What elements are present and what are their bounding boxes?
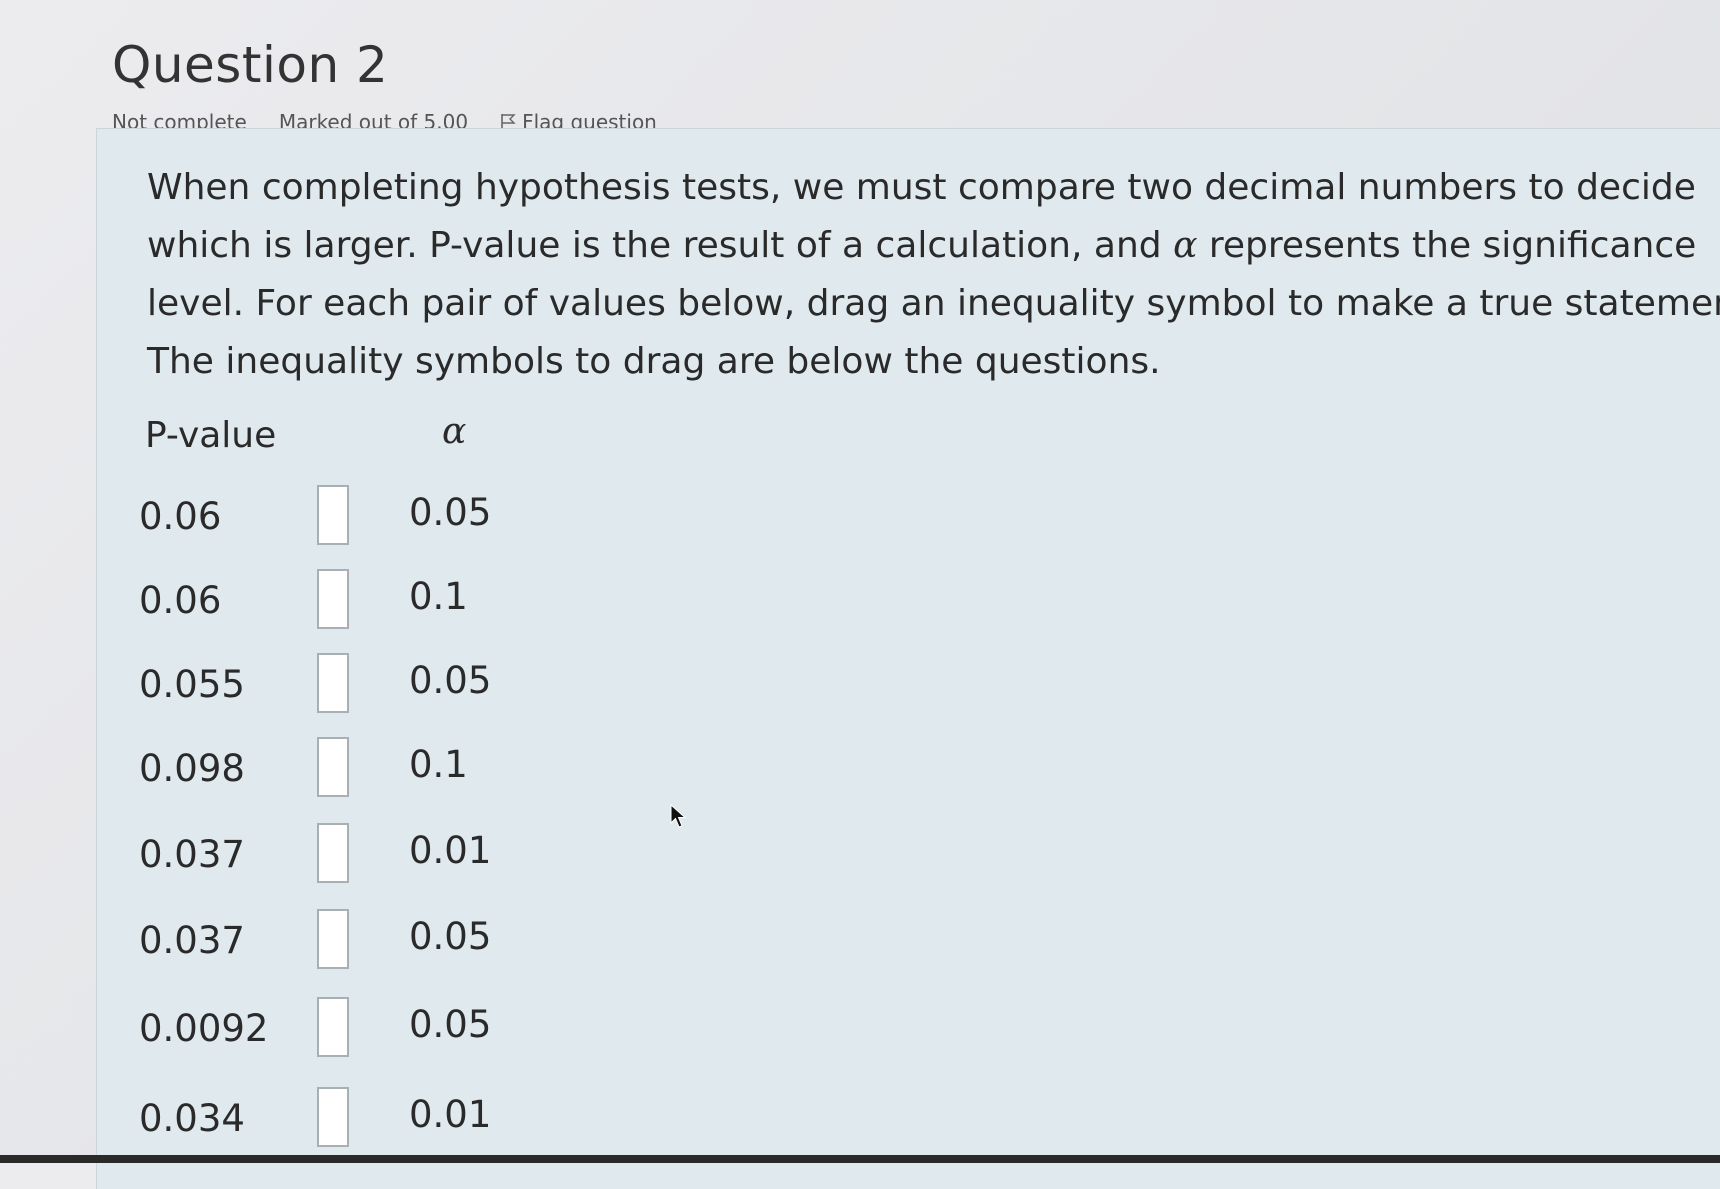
inequality-drop-zone[interactable]: [317, 823, 349, 883]
pvalue-cell: 0.037: [139, 833, 245, 876]
pvalue-cell: 0.0092: [139, 1007, 269, 1050]
question-prompt: When completing hypothesis tests, we mus…: [147, 159, 1720, 391]
comparison-row: 0.037 0.05: [139, 909, 739, 973]
inequality-drop-zone[interactable]: [317, 997, 349, 1057]
inequality-drop-zone[interactable]: [317, 1087, 349, 1147]
comparison-row: 0.098 0.1: [139, 737, 739, 801]
pvalue-column-header: P-value: [145, 415, 277, 456]
inequality-drop-zone[interactable]: [317, 569, 349, 629]
alpha-cell: 0.1: [409, 743, 468, 786]
alpha-column-header: α: [442, 411, 467, 452]
alpha-cell: 0.05: [409, 659, 492, 702]
alpha-cell: 0.05: [409, 1003, 492, 1046]
comparison-row: 0.0092 0.05: [139, 997, 739, 1061]
question-title: Question 2: [112, 36, 389, 94]
inequality-drop-zone[interactable]: [317, 737, 349, 797]
question-content: When completing hypothesis tests, we mus…: [96, 128, 1720, 1189]
inequality-drop-zone[interactable]: [317, 653, 349, 713]
inequality-drop-zone[interactable]: [317, 485, 349, 545]
pvalue-cell: 0.034: [139, 1097, 245, 1140]
pvalue-cell: 0.037: [139, 919, 245, 962]
pvalue-cell: 0.06: [139, 579, 222, 622]
alpha-cell: 0.1: [409, 575, 468, 618]
alpha-cell: 0.05: [409, 491, 492, 534]
pvalue-cell: 0.06: [139, 495, 222, 538]
comparison-row: 0.055 0.05: [139, 653, 739, 717]
prompt-alpha-symbol: α: [1173, 225, 1198, 266]
comparison-row: 0.06 0.05: [139, 485, 739, 549]
alpha-cell: 0.01: [409, 829, 492, 872]
alpha-cell: 0.05: [409, 915, 492, 958]
alpha-cell: 0.01: [409, 1093, 492, 1136]
mouse-cursor-icon: [670, 804, 687, 828]
pvalue-cell: 0.055: [139, 663, 245, 706]
question-header: Question 2: [112, 36, 388, 94]
screen-bottom-edge: [0, 1155, 1720, 1163]
comparison-row: 0.034 0.01: [139, 1087, 739, 1151]
comparison-row: 0.06 0.1: [139, 569, 739, 633]
comparison-row: 0.037 0.01: [139, 823, 739, 887]
inequality-drop-zone[interactable]: [317, 909, 349, 969]
pvalue-cell: 0.098: [139, 747, 245, 790]
